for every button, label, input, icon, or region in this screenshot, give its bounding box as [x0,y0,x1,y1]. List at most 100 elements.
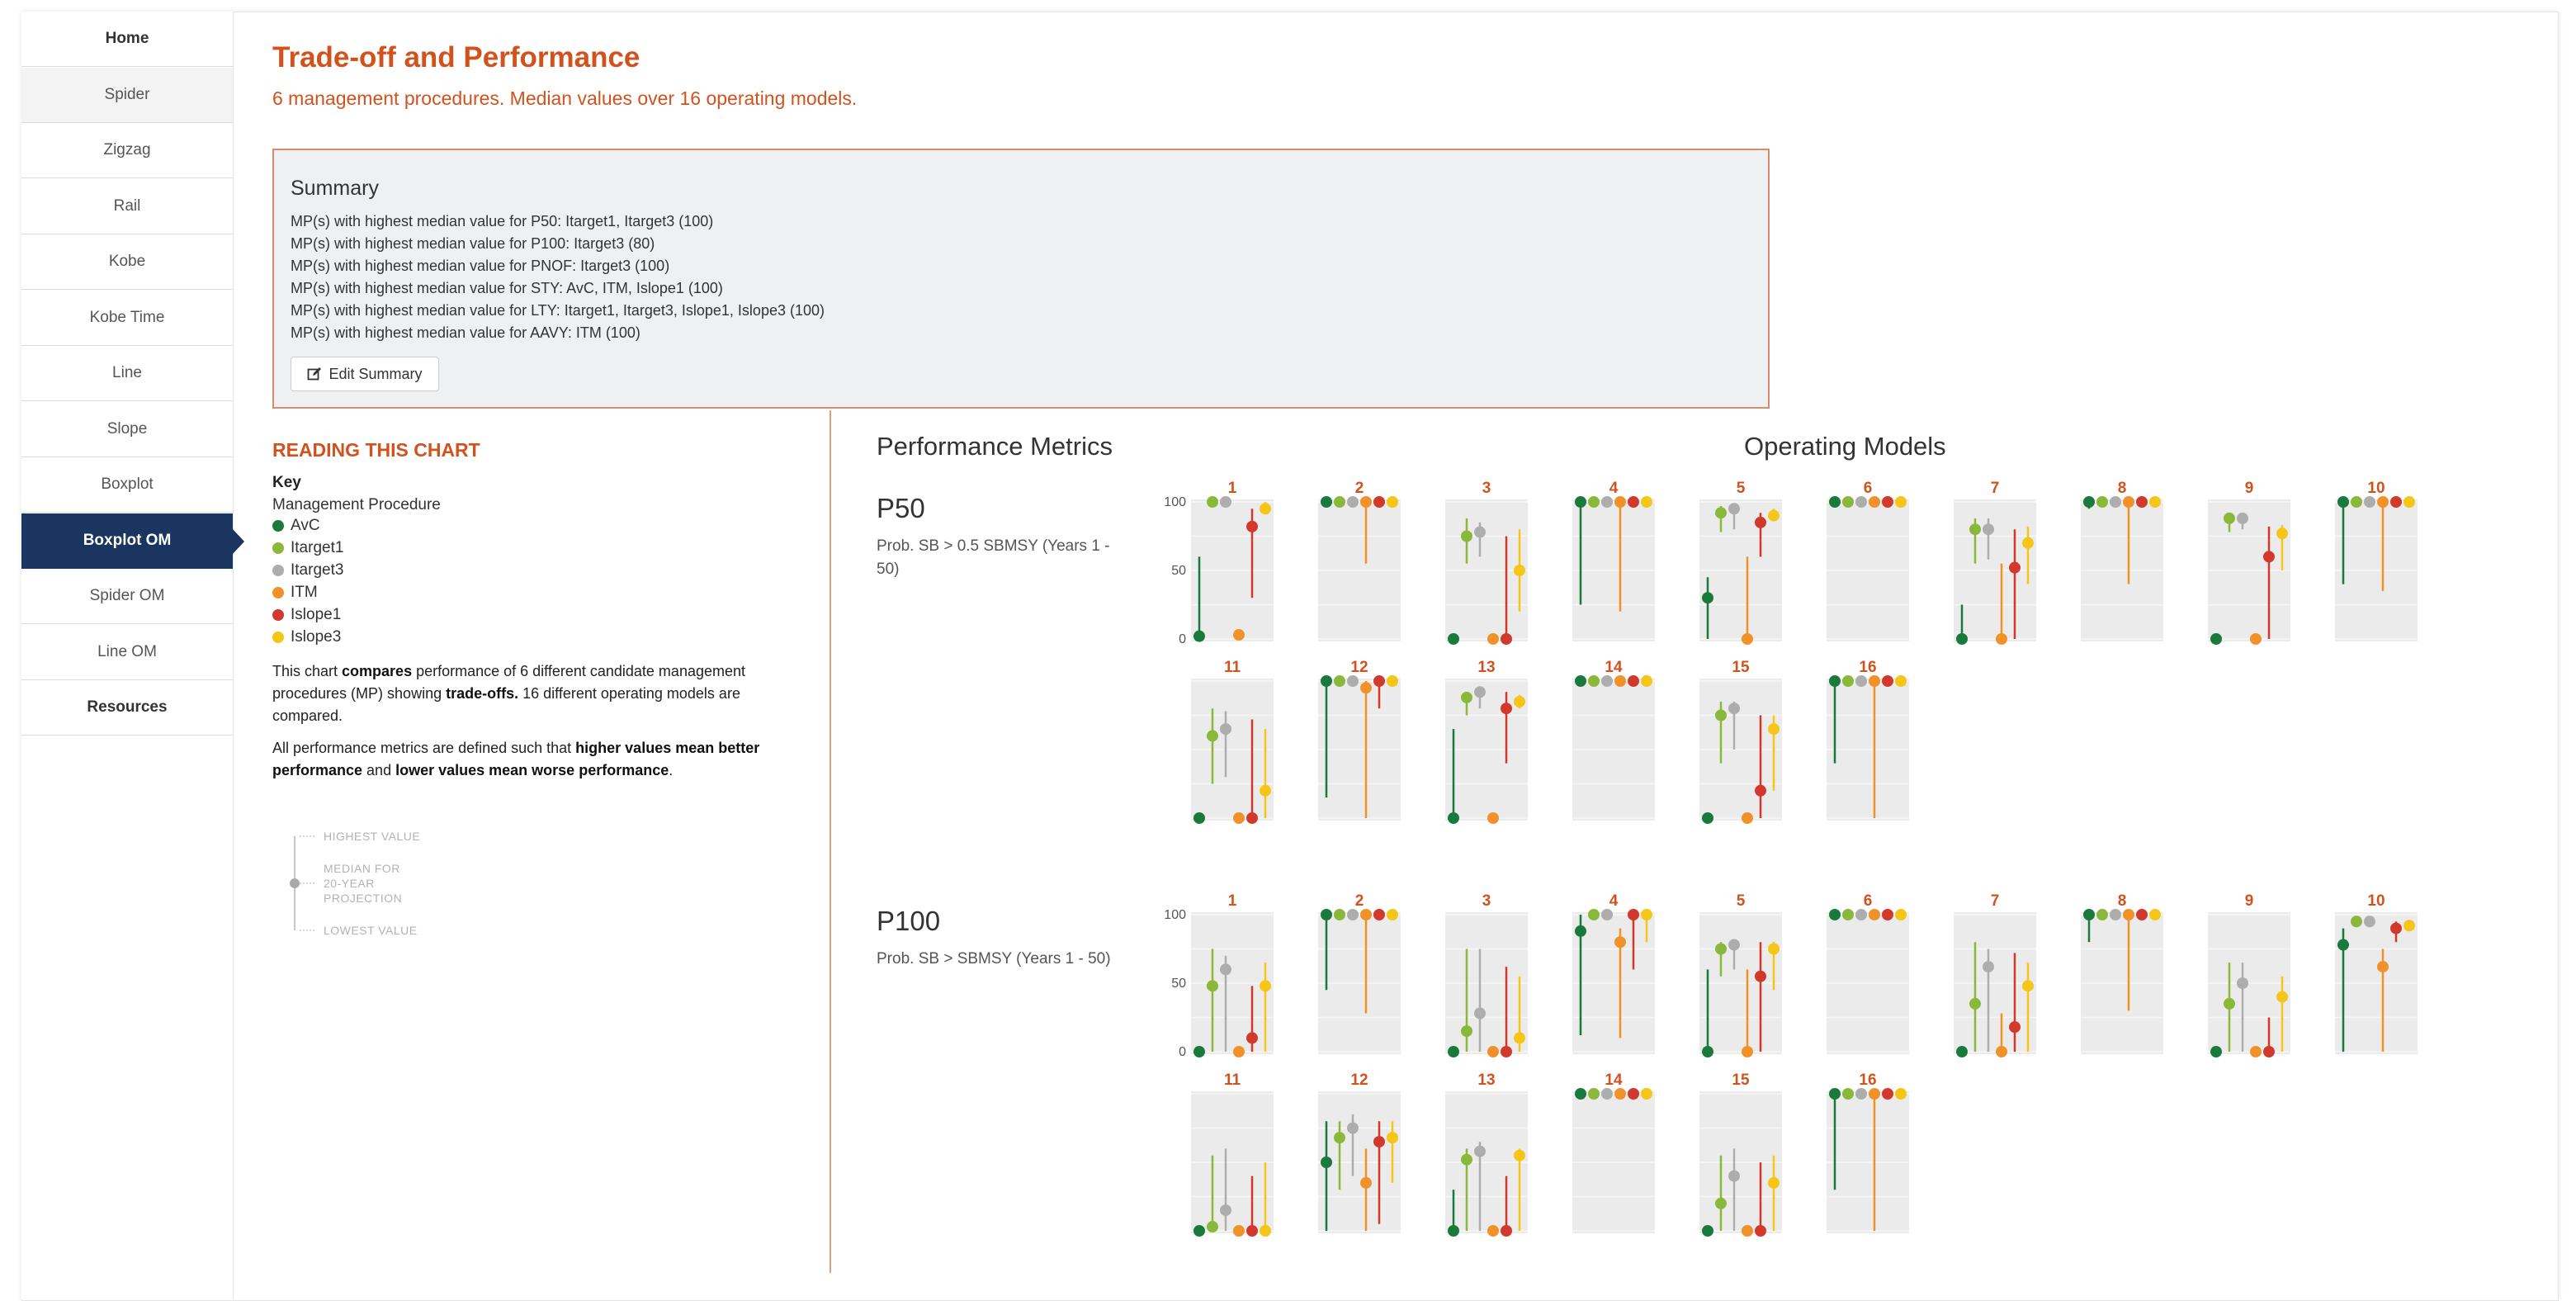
median-point [1588,1088,1600,1100]
om-label: 10 [2367,480,2385,497]
median-point [2403,496,2415,508]
median-point [2022,537,2034,549]
median-point [1768,509,1780,522]
median-point [1588,675,1600,687]
om-label: 4 [1609,480,1619,497]
median-point [1702,592,1713,604]
median-point [1246,1225,1258,1237]
median-point [1601,496,1613,508]
median-point [1702,1225,1713,1237]
om-label: 7 [1991,480,2000,497]
median-point [1233,812,1245,824]
median-point [1882,909,1893,920]
om-label: 13 [1477,1072,1495,1089]
median-point [2136,909,2148,920]
median-point [1501,1225,1512,1237]
median-point [1855,1088,1867,1100]
median-point [1347,496,1359,508]
median-point [1334,1132,1345,1144]
median-point [1193,812,1205,824]
median-point [2276,527,2288,540]
om-label: 2 [1355,892,1364,910]
median-point [1588,909,1600,920]
median-point [1869,1088,1880,1100]
median-point [2403,920,2415,932]
median-point [1501,633,1512,645]
median-point [1983,523,1994,536]
median-point [1448,812,1459,824]
median-point [2364,915,2375,928]
median-point [1628,675,1639,687]
median-point [2110,909,2121,920]
median-point [1728,703,1740,715]
median-point [1246,812,1258,824]
median-point [1742,1046,1753,1057]
median-point [1983,961,1994,973]
median-point [1956,633,1968,645]
median-point [1969,997,1981,1010]
median-point [1742,633,1753,645]
median-point [1728,939,1740,951]
om-label: 11 [1224,1072,1241,1089]
median-point [1956,1046,1968,1057]
median-point [1448,1046,1459,1057]
median-point [1193,630,1205,642]
om-label: 12 [1350,1072,1368,1089]
median-point [1641,675,1652,687]
median-point [1996,633,2007,645]
median-point [1260,980,1271,992]
median-point [2083,496,2095,508]
median-point [1575,675,1586,687]
om-label: 5 [1737,892,1746,910]
median-point [1220,963,1231,976]
median-point [1842,909,1854,920]
median-point [1387,675,1398,687]
median-point [1347,909,1359,920]
median-point [1829,909,1841,920]
median-point [1575,925,1586,937]
om-label: 16 [1859,1072,1876,1089]
om-label: 15 [1732,1072,1750,1089]
median-point [1233,1046,1245,1057]
median-point [2351,496,2362,508]
om-label: 14 [1605,659,1623,676]
median-point [1829,1088,1841,1100]
median-point [2351,915,2362,928]
median-point [1207,980,1218,992]
median-point [2210,1046,2222,1057]
om-label: 12 [1350,659,1368,676]
om-label: 16 [1859,659,1876,676]
median-point [1768,723,1780,736]
median-point [1641,1088,1652,1100]
median-point [1360,909,1372,920]
median-point [1969,523,1981,536]
median-point [1501,1046,1512,1057]
median-point [1474,686,1486,698]
median-point [1895,675,1907,687]
median-point [1842,675,1854,687]
median-point [1373,496,1385,508]
median-point [1347,675,1359,687]
om-label: 10 [2367,892,2385,910]
median-point [1193,1046,1205,1057]
om-label: 14 [1605,1072,1623,1089]
om-label: 13 [1477,659,1495,676]
median-point [1842,1088,1854,1100]
om-label: 11 [1224,659,1241,676]
median-point [1601,909,1613,920]
median-point [2263,1046,2275,1057]
median-point [2083,909,2095,920]
median-point [2250,1046,2262,1057]
median-point [1387,1132,1398,1144]
median-point [1360,496,1372,508]
median-point [1842,496,1854,508]
median-point [1755,784,1766,797]
median-point [2224,997,2235,1010]
median-point [2237,977,2248,989]
om-label: 8 [2118,892,2127,910]
median-point [1588,496,1600,508]
median-point [1501,703,1512,715]
om-label: 2 [1355,480,1364,497]
median-point [1246,520,1258,532]
median-point [1575,496,1586,508]
